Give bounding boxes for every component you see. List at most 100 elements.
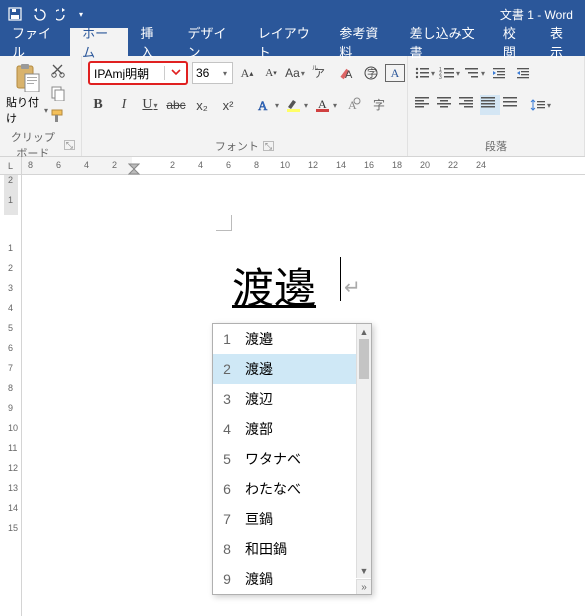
ruler-number: 1 [8,195,13,205]
text-effects-button[interactable]: A▾ [256,94,279,116]
svg-text:A: A [348,98,357,112]
ribbon: 貼り付け▾ クリップボード⤡ ▾ A▴ A▾ Aa▾ アル [0,56,585,157]
font-size-selector[interactable]: ▾ [192,62,233,84]
align-right-button[interactable] [458,95,478,115]
distribute-button[interactable] [502,95,522,115]
char-shading-button[interactable]: A [343,94,363,116]
align-center-button[interactable] [436,95,456,115]
font-size-dropdown-icon[interactable]: ▾ [218,69,232,78]
ime-expand-button[interactable]: » [356,579,371,594]
ime-candidate[interactable]: 7亘鍋 [213,504,371,534]
ime-candidate[interactable]: 3渡辺 [213,384,371,414]
ruler-number: 2 [112,160,117,170]
ruler-number: 9 [8,403,13,413]
format-painter-icon[interactable] [50,108,66,127]
scroll-up-icon[interactable]: ▲ [357,324,371,339]
tab-design[interactable]: デザイン [176,28,246,56]
ruler-number: 15 [8,523,18,533]
font-name-dropdown-icon[interactable] [164,66,186,80]
undo-icon[interactable] [30,7,48,21]
font-name-input[interactable] [90,66,164,80]
save-icon[interactable] [8,7,22,21]
ime-candidate[interactable]: 9渡鍋 [213,564,371,594]
line-spacing-button[interactable]: ▾ [530,94,551,116]
font-dialog-launcher[interactable]: ⤡ [263,141,274,151]
ime-candidate-window: 1渡邉2渡邊3渡辺4渡部5ワタナベ6わたなべ7亘鍋8和田鍋9渡鍋 ▲ ▼ » [212,323,372,595]
char-border-button[interactable]: A [385,64,405,82]
tab-mailings[interactable]: 差し込み文書 [398,28,491,56]
cut-icon[interactable] [50,62,66,81]
phonetic-guide-icon[interactable]: アル [309,62,329,84]
enclose-char-icon[interactable]: 字 [361,62,381,84]
highlight-button[interactable]: ▾ [285,94,308,116]
ribbon-tabs: ファイル ホーム 挿入 デザイン レイアウト 参考資料 差し込み文書 校閲 表示 [0,28,585,56]
vertical-ruler[interactable]: 21123456789101112131415 [0,175,22,616]
increase-indent-button[interactable] [513,62,533,84]
enclose-char2-button[interactable]: 字 [369,94,389,116]
tab-view[interactable]: 表示 [538,28,585,56]
bold-button[interactable]: B [88,94,108,116]
scroll-thumb[interactable] [359,339,369,379]
ime-candidate[interactable]: 5ワタナベ [213,444,371,474]
ime-candidate[interactable]: 2渡邊 [213,354,371,384]
clipboard-dialog-launcher[interactable]: ⤡ [64,140,75,150]
ruler-number: 24 [476,160,486,170]
decrease-indent-button[interactable] [489,62,509,84]
svg-text:字: 字 [373,97,385,112]
text-cursor [340,257,341,301]
ime-candidate-number: 9 [213,571,241,587]
clear-format-icon[interactable]: A [337,62,357,84]
ime-candidate[interactable]: 4渡部 [213,414,371,444]
change-case-button[interactable]: Aa▾ [285,62,305,84]
ime-scrollbar[interactable]: ▲ ▼ [356,324,371,578]
ime-candidate-text: 渡辺 [241,389,371,409]
ime-candidate-text: 和田鍋 [241,539,371,559]
document-page[interactable]: 渡邊 ↵ 1渡邉2渡邊3渡辺4渡部5ワタナベ6わたなべ7亘鍋8和田鍋9渡鍋 ▲ … [22,175,585,616]
subscript-button[interactable]: x₂ [192,94,212,116]
superscript-button[interactable]: x² [218,94,238,116]
grow-font-button[interactable]: A▴ [237,62,257,84]
bullets-button[interactable]: ▾ [414,62,435,84]
ruler-number: 6 [8,343,13,353]
ruler-number: 10 [8,423,18,433]
ruler-number: 2 [170,160,175,170]
scroll-down-icon[interactable]: ▼ [357,563,371,578]
ime-candidate[interactable]: 1渡邉 [213,324,371,354]
ruler-number: 2 [8,175,13,185]
tab-insert[interactable]: 挿入 [128,28,175,56]
multilevel-button[interactable]: ▾ [464,62,485,84]
font-color-button[interactable]: A▾ [314,94,337,116]
tab-review[interactable]: 校閲 [491,28,538,56]
margin-mark [216,215,232,231]
ime-candidate-number: 4 [213,421,241,437]
tab-layout[interactable]: レイアウト [246,28,328,56]
align-left-button[interactable] [414,95,434,115]
ruler-number: 5 [8,323,13,333]
ime-candidate-number: 7 [213,511,241,527]
numbering-button[interactable]: 123▾ [439,62,460,84]
ruler-number: 8 [8,383,13,393]
paste-label: 貼り付け [6,94,43,126]
align-justify-button[interactable] [480,95,500,115]
underline-button[interactable]: U▾ [140,94,160,116]
tab-file[interactable]: ファイル [0,28,70,56]
copy-icon[interactable] [50,85,66,104]
svg-text:字: 字 [367,67,377,80]
font-size-input[interactable] [193,66,217,80]
tab-home[interactable]: ホーム [70,28,128,56]
tab-references[interactable]: 参考資料 [327,28,397,56]
font-name-selector[interactable] [88,61,188,85]
shrink-font-button[interactable]: A▾ [261,62,281,84]
window-title: 文書 1 - Word [500,8,573,22]
ime-candidate[interactable]: 8和田鍋 [213,534,371,564]
redo-icon[interactable] [56,7,70,21]
paste-button[interactable]: 貼り付け▾ [6,60,48,127]
strikethrough-button[interactable]: abc [166,94,186,116]
italic-button[interactable]: I [114,94,134,116]
ruler-corner[interactable]: L [0,157,22,175]
ime-candidate-text: 渡邉 [241,329,371,349]
ime-candidate[interactable]: 6わたなべ [213,474,371,504]
qat-more-icon[interactable]: ▾ [79,10,83,19]
horizontal-ruler[interactable]: 864224681012141618202224 [22,157,585,175]
svg-text:ル: ル [312,66,318,72]
